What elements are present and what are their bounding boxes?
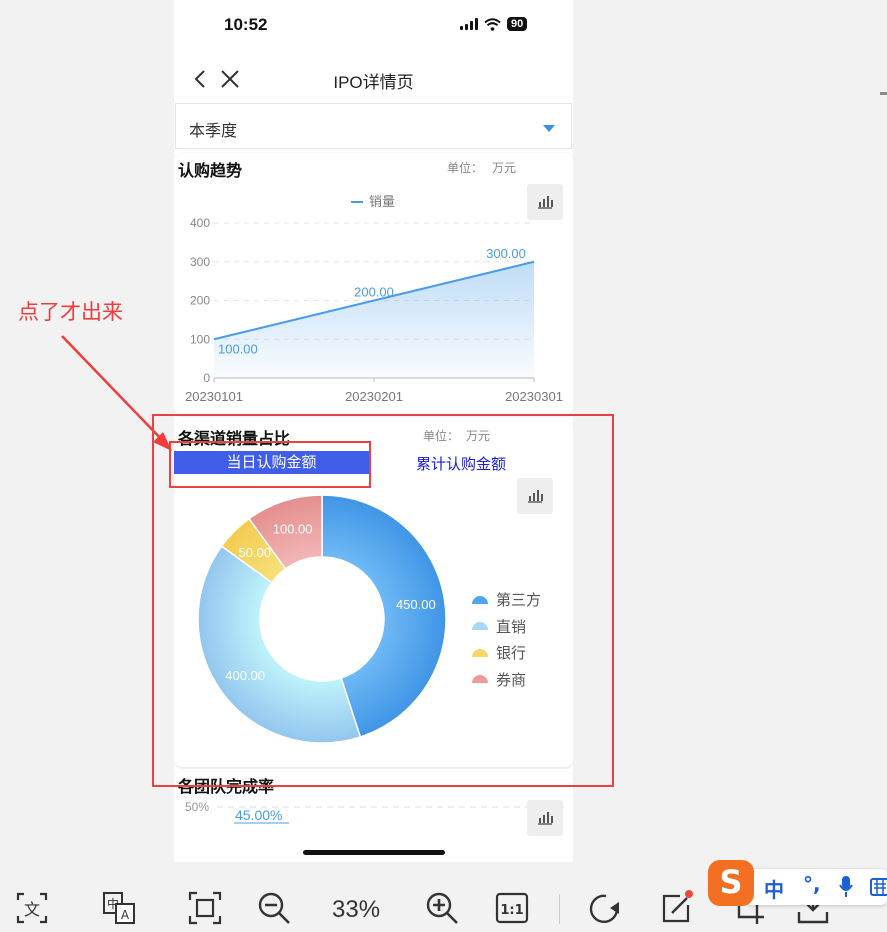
page-title: IPO详情页 bbox=[333, 73, 414, 92]
y-tick-label: 100 bbox=[190, 332, 210, 346]
svg-text:1:1: 1:1 bbox=[500, 903, 523, 918]
rotate-icon[interactable] bbox=[586, 890, 622, 926]
y-tick-label: 200 bbox=[190, 294, 210, 308]
trend-chart: 0 100 200 300 400 20230101 20230201 20230301 100… bbox=[185, 194, 563, 404]
annotation-text: 点了才出来 bbox=[18, 301, 123, 324]
battery-icon: 90 bbox=[507, 17, 528, 31]
microphone-icon[interactable] bbox=[839, 875, 853, 899]
edit-icon[interactable] bbox=[658, 890, 694, 926]
x-tick-label: 20230101 bbox=[185, 389, 243, 404]
status-time: 10:52 bbox=[224, 15, 268, 34]
wifi-icon bbox=[484, 17, 501, 31]
home-indicator bbox=[303, 850, 445, 855]
actual-size-icon[interactable]: 1:1 bbox=[494, 890, 530, 926]
keyboard-icon[interactable] bbox=[870, 877, 887, 897]
ime-mode-toggle[interactable]: 中 bbox=[764, 874, 784, 903]
legend-label: 销量 bbox=[369, 194, 395, 209]
x-tick-label: 20230201 bbox=[345, 389, 403, 404]
chart-type-button[interactable] bbox=[527, 800, 563, 836]
data-label: 300.00 bbox=[486, 246, 526, 261]
signal-icon bbox=[460, 18, 478, 30]
x-tick-label: 20230301 bbox=[505, 389, 563, 404]
fit-screen-icon[interactable] bbox=[187, 890, 223, 926]
toolbar-separator bbox=[559, 894, 560, 924]
sogou-logo-icon[interactable]: S bbox=[708, 860, 754, 906]
svg-text:A: A bbox=[121, 908, 130, 922]
zoom-in-icon[interactable] bbox=[424, 890, 460, 926]
ime-bar: 中 °, bbox=[746, 869, 887, 905]
svg-text:文: 文 bbox=[24, 900, 40, 919]
ime-punct-toggle[interactable]: °, bbox=[803, 872, 821, 896]
annotation-box-tab bbox=[169, 441, 371, 488]
period-select[interactable]: 本季度 bbox=[175, 103, 572, 149]
data-label: 100.00 bbox=[218, 341, 258, 356]
data-label: 200.00 bbox=[354, 285, 394, 300]
ime-toolbar: 中 °, S bbox=[706, 858, 887, 910]
translate-icon[interactable]: 中 A bbox=[101, 890, 137, 926]
period-select-value: 本季度 bbox=[189, 123, 238, 140]
caret-down-icon bbox=[543, 125, 555, 132]
y-tick-label: 300 bbox=[190, 255, 210, 269]
ocr-text-icon[interactable]: 文 bbox=[14, 890, 50, 926]
y-tick-label: 0 bbox=[203, 371, 210, 385]
status-icons: 90 bbox=[460, 17, 528, 31]
zoom-level: 33% bbox=[332, 896, 381, 923]
zoom-out-icon[interactable] bbox=[256, 890, 292, 926]
series-area bbox=[214, 261, 534, 378]
y-tick-label: 400 bbox=[190, 216, 210, 230]
nav-bar: IPO详情页 bbox=[174, 60, 573, 100]
team-value-label: 45.00% bbox=[235, 807, 283, 823]
trend-card: 认购趋势 单位： 万元 0 100 200 300 400 20230101 2023020… bbox=[174, 153, 573, 415]
scroll-edge-marker bbox=[880, 92, 887, 95]
bar-chart-icon bbox=[538, 812, 553, 825]
